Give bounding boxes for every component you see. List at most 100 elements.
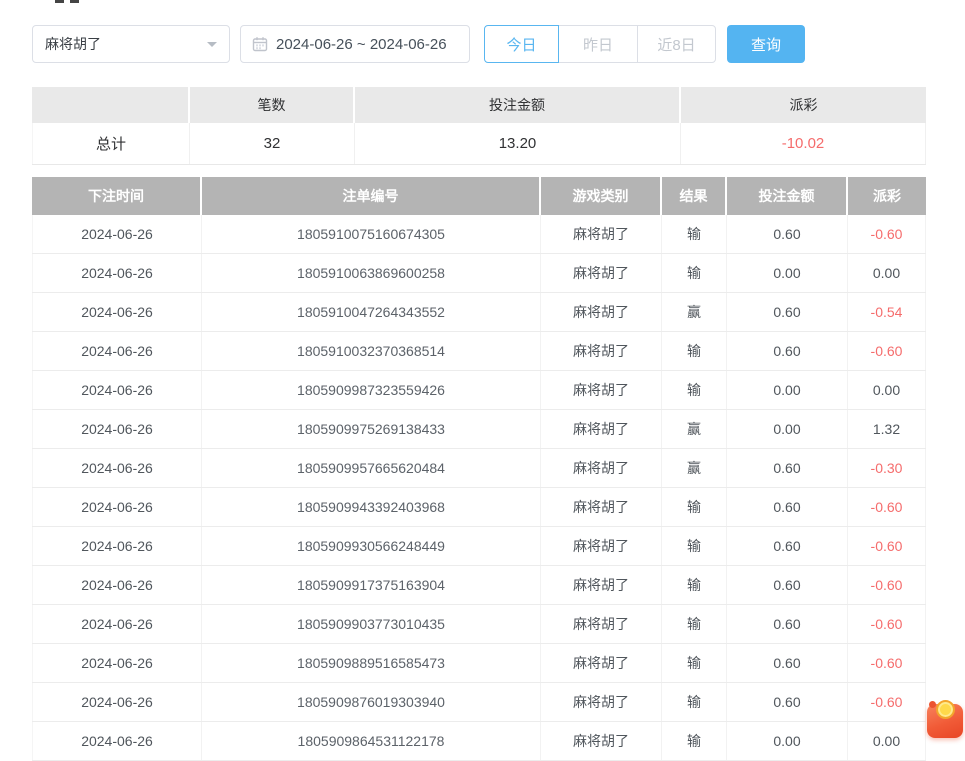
record-bet-id: 1805909903773010435 <box>202 605 541 643</box>
record-bet-id: 1805909864531122178 <box>202 722 541 760</box>
betting-records-page: 麻将胡了 2024-06-26 ~ 2024-06-26 今日 昨日 近8日 查… <box>0 0 965 730</box>
record-bet-time: 2024-06-26 <box>32 293 202 331</box>
record-row: 2024-06-26 1805910075160674305 麻将胡了 输 0.… <box>32 215 926 254</box>
record-result: 输 <box>662 683 727 721</box>
record-game-type: 麻将胡了 <box>541 215 662 253</box>
record-bet-time: 2024-06-26 <box>32 215 202 253</box>
record-bet-amount: 0.60 <box>727 488 848 526</box>
summary-count-value: 32 <box>190 123 355 164</box>
record-bet-id: 1805909876019303940 <box>202 683 541 721</box>
record-bet-time: 2024-06-26 <box>32 566 202 604</box>
records-header-cell: 派彩 <box>848 177 926 215</box>
record-result: 赢 <box>662 410 727 448</box>
record-bet-id: 1805909943392403968 <box>202 488 541 526</box>
date-range-value: 2024-06-26 ~ 2024-06-26 <box>276 36 447 53</box>
summary-total-label: 总计 <box>32 123 190 164</box>
record-bet-amount: 0.60 <box>727 332 848 370</box>
record-bet-id: 1805909987323559426 <box>202 371 541 409</box>
record-payout: -0.60 <box>848 644 926 682</box>
record-bet-id: 1805910075160674305 <box>202 215 541 253</box>
record-payout: -0.60 <box>848 527 926 565</box>
summary-header-cell: 投注金额 <box>355 87 681 123</box>
record-bet-amount: 0.60 <box>727 683 848 721</box>
records-body: 2024-06-26 1805910075160674305 麻将胡了 输 0.… <box>32 215 926 761</box>
record-game-type: 麻将胡了 <box>541 449 662 487</box>
record-game-type: 麻将胡了 <box>541 332 662 370</box>
record-game-type: 麻将胡了 <box>541 527 662 565</box>
record-game-type: 麻将胡了 <box>541 566 662 604</box>
record-row: 2024-06-26 1805909917375163904 麻将胡了 输 0.… <box>32 566 926 605</box>
records-header-cell: 结果 <box>662 177 727 215</box>
game-select-value: 麻将胡了 <box>45 34 101 54</box>
record-payout: 0.00 <box>848 722 926 760</box>
clipped-heading <box>55 0 79 4</box>
record-row: 2024-06-26 1805909903773010435 麻将胡了 输 0.… <box>32 605 926 644</box>
record-row: 2024-06-26 1805909975269138433 麻将胡了 赢 0.… <box>32 410 926 449</box>
clipped-heading-mark <box>55 0 64 3</box>
query-button[interactable]: 查询 <box>727 25 805 63</box>
record-bet-id: 1805909917375163904 <box>202 566 541 604</box>
record-result: 输 <box>662 332 727 370</box>
record-result: 输 <box>662 527 727 565</box>
record-bet-time: 2024-06-26 <box>32 527 202 565</box>
record-game-type: 麻将胡了 <box>541 722 662 760</box>
record-bet-time: 2024-06-26 <box>32 449 202 487</box>
record-payout: -0.60 <box>848 332 926 370</box>
record-row: 2024-06-26 1805909889516585473 麻将胡了 输 0.… <box>32 644 926 683</box>
record-bet-amount: 0.00 <box>727 371 848 409</box>
record-bet-time: 2024-06-26 <box>32 722 202 760</box>
record-payout: -0.60 <box>848 488 926 526</box>
record-game-type: 麻将胡了 <box>541 683 662 721</box>
record-bet-amount: 0.60 <box>727 644 848 682</box>
record-bet-amount: 0.00 <box>727 722 848 760</box>
calendar-icon <box>252 36 268 52</box>
records-table: 下注时间 注单编号 游戏类别 结果 投注金额 派彩 2024-06-26 180… <box>32 177 926 761</box>
quick-range-button[interactable]: 近8日 <box>637 25 716 63</box>
record-row: 2024-06-26 1805909957665620484 麻将胡了 赢 0.… <box>32 449 926 488</box>
record-payout: -0.30 <box>848 449 926 487</box>
record-row: 2024-06-26 1805909876019303940 麻将胡了 输 0.… <box>32 683 926 722</box>
record-bet-time: 2024-06-26 <box>32 605 202 643</box>
record-bet-amount: 0.60 <box>727 605 848 643</box>
records-header-cell: 注单编号 <box>202 177 541 215</box>
record-bet-id: 1805909957665620484 <box>202 449 541 487</box>
records-header-cell: 投注金额 <box>727 177 848 215</box>
record-result: 输 <box>662 488 727 526</box>
record-result: 输 <box>662 566 727 604</box>
record-result: 输 <box>662 371 727 409</box>
record-payout: -0.60 <box>848 605 926 643</box>
record-row: 2024-06-26 1805909864531122178 麻将胡了 输 0.… <box>32 722 926 761</box>
record-result: 赢 <box>662 293 727 331</box>
record-payout: -0.60 <box>848 215 926 253</box>
record-bet-amount: 0.00 <box>727 410 848 448</box>
record-row: 2024-06-26 1805910032370368514 麻将胡了 输 0.… <box>32 332 926 371</box>
record-result: 输 <box>662 722 727 760</box>
record-bet-time: 2024-06-26 <box>32 371 202 409</box>
record-bet-time: 2024-06-26 <box>32 410 202 448</box>
summary-header-cell <box>32 87 190 123</box>
record-bet-id: 1805910047264343552 <box>202 293 541 331</box>
records-header-cell: 下注时间 <box>32 177 202 215</box>
record-row: 2024-06-26 1805909943392403968 麻将胡了 输 0.… <box>32 488 926 527</box>
gold-coin-icon <box>936 700 955 719</box>
summary-bet-amount-value: 13.20 <box>355 123 681 164</box>
record-bet-amount: 0.60 <box>727 449 848 487</box>
summary-table: 笔数 投注金额 派彩 总计 32 13.20 -10.02 <box>32 87 926 165</box>
record-row: 2024-06-26 1805909987323559426 麻将胡了 输 0.… <box>32 371 926 410</box>
record-result: 输 <box>662 644 727 682</box>
record-bet-amount: 0.60 <box>727 215 848 253</box>
record-result: 输 <box>662 605 727 643</box>
records-header-row: 下注时间 注单编号 游戏类别 结果 投注金额 派彩 <box>32 177 926 215</box>
record-bet-time: 2024-06-26 <box>32 488 202 526</box>
record-bet-id: 1805909975269138433 <box>202 410 541 448</box>
game-select[interactable]: 麻将胡了 <box>32 25 230 63</box>
record-game-type: 麻将胡了 <box>541 371 662 409</box>
promo-red-envelope-widget[interactable] <box>927 704 963 738</box>
quick-range-button[interactable]: 今日 <box>484 25 559 63</box>
record-bet-time: 2024-06-26 <box>32 644 202 682</box>
record-bet-id: 1805910032370368514 <box>202 332 541 370</box>
date-range-picker[interactable]: 2024-06-26 ~ 2024-06-26 <box>240 25 470 63</box>
record-bet-amount: 0.00 <box>727 254 848 292</box>
record-payout: 0.00 <box>848 254 926 292</box>
quick-range-button[interactable]: 昨日 <box>558 25 638 63</box>
